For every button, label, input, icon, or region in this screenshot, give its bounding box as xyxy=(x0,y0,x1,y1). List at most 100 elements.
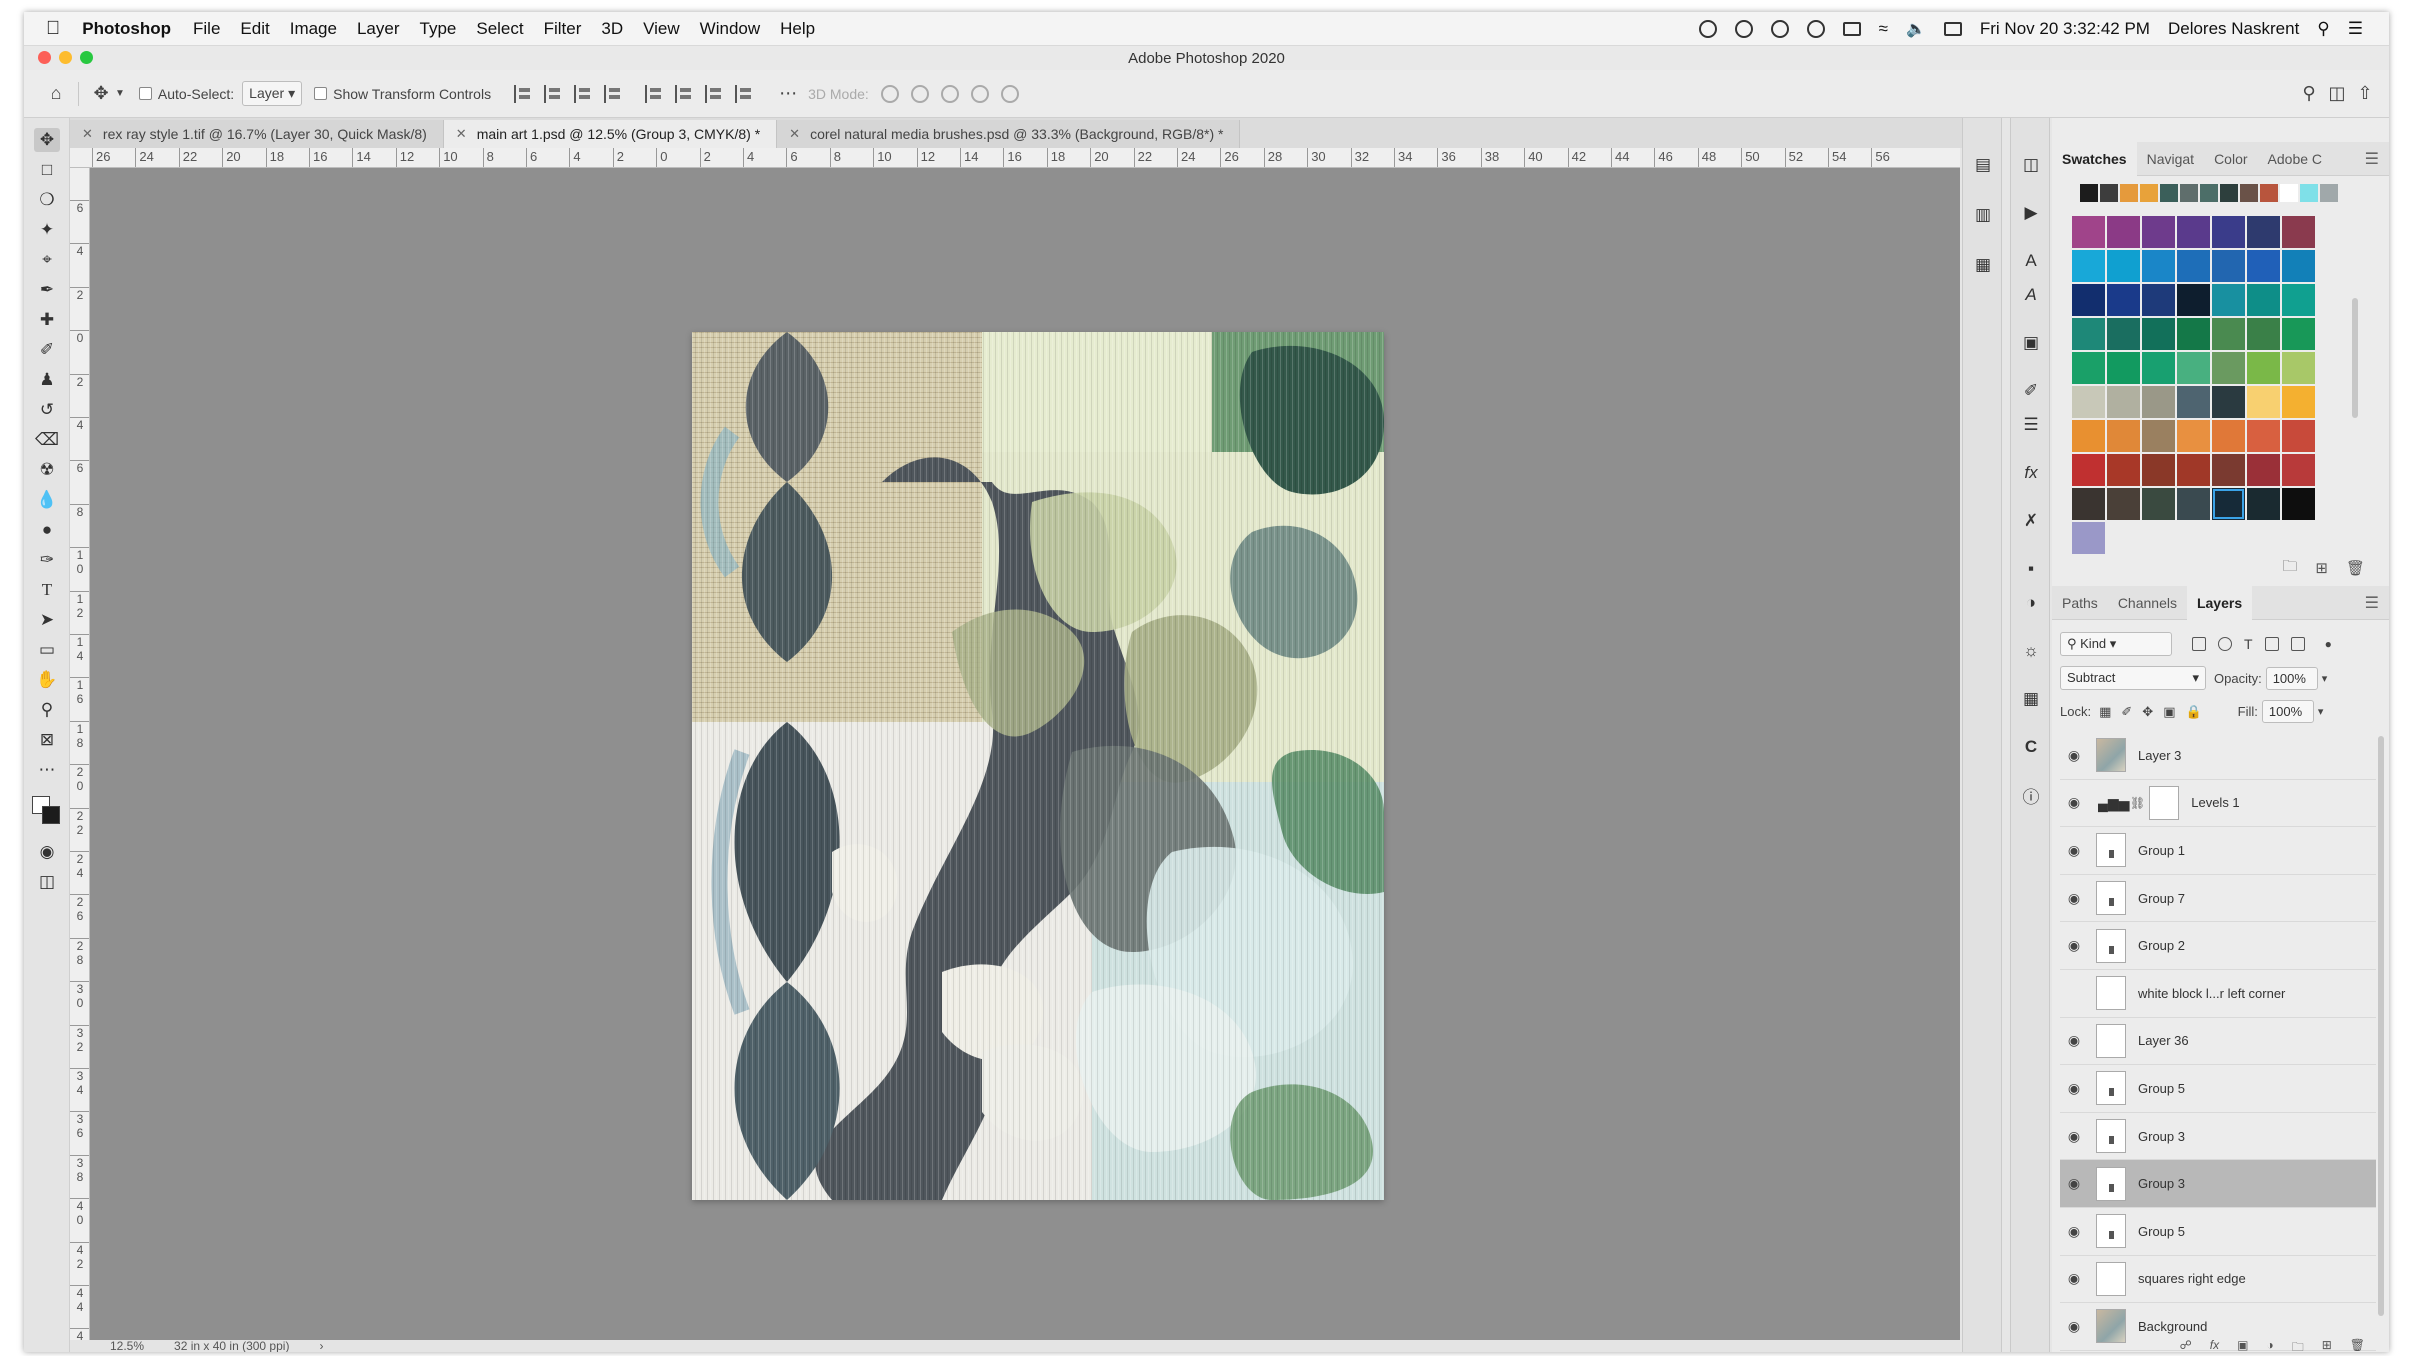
color-swatch[interactable] xyxy=(2212,420,2245,452)
close-tab-icon[interactable]: ✕ xyxy=(456,126,467,142)
color-swatch[interactable] xyxy=(2072,352,2105,384)
visibility-eye-icon[interactable]: ◉ xyxy=(2060,1032,2088,1049)
menu-help[interactable]: Help xyxy=(780,19,815,39)
zoom-window-button[interactable] xyxy=(80,51,93,64)
document-size[interactable]: 32 in x 40 in (300 ppi) xyxy=(174,1339,289,1352)
panel-menu-icon[interactable]: ☰ xyxy=(2365,149,2379,169)
more-tools-icon[interactable]: ⋯ xyxy=(34,758,60,782)
menu-type[interactable]: Type xyxy=(420,19,457,39)
color-swatch[interactable] xyxy=(2107,284,2140,316)
layer-row[interactable]: ◉ ▄▆▅ ⛓ Levels 1 xyxy=(2060,780,2376,828)
color-swatch[interactable] xyxy=(2072,488,2105,520)
color-swatch[interactable] xyxy=(2282,454,2315,486)
recent-swatch[interactable] xyxy=(2320,184,2338,202)
layer-name[interactable]: Levels 1 xyxy=(2191,795,2239,810)
auto-select-checkbox[interactable] xyxy=(138,87,152,100)
layer-thumbnail[interactable] xyxy=(2096,1261,2126,1296)
pen-tool-icon[interactable]: ✑ xyxy=(34,548,60,572)
tab-navigator[interactable]: Navigat xyxy=(2137,142,2204,176)
lock-image-icon[interactable]: ✐ xyxy=(2121,704,2132,720)
color-icon[interactable]: ◑ xyxy=(2019,592,2043,614)
zoom-tool-icon[interactable]: ⚲ xyxy=(34,698,60,722)
menu-image[interactable]: Image xyxy=(290,19,337,39)
opacity-input[interactable]: 100% xyxy=(2265,666,2318,690)
filter-toggle-icon[interactable]: ● xyxy=(2325,637,2332,651)
new-group-icon[interactable]: 🗀 xyxy=(2282,556,2297,581)
visibility-eye-icon[interactable]: ◉ xyxy=(2060,1128,2088,1145)
marquee-tool-icon[interactable]: □ xyxy=(34,158,60,182)
layer-thumbnail[interactable] xyxy=(2096,1071,2126,1106)
spotlight-search-icon[interactable]: ⚲ xyxy=(2317,19,2329,39)
vertical-ruler[interactable]: 6 4 2 0 2 4 6 8 1 0 1 2 1 4 1 6 1 8 2 0 2 2 2 4 2 6 2 8 3 … xyxy=(70,168,90,1340)
color-swatch[interactable] xyxy=(2072,284,2105,316)
foreground-background-colors[interactable] xyxy=(32,796,62,826)
close-window-button[interactable] xyxy=(38,51,51,64)
time-machine-icon[interactable] xyxy=(1770,19,1789,38)
more-options-icon[interactable]: ⋯ xyxy=(774,80,802,108)
color-swatch[interactable] xyxy=(2142,420,2175,452)
layer-name[interactable]: Layer 3 xyxy=(2138,748,2181,763)
color-swatch[interactable] xyxy=(2212,488,2245,520)
chevron-right-icon[interactable]: › xyxy=(319,1339,323,1352)
eraser-tool-icon[interactable]: ⌫ xyxy=(34,428,60,452)
layer-filter-dropdown[interactable]: ⚲ Kind ▾ xyxy=(2060,632,2172,656)
color-swatch[interactable] xyxy=(2212,318,2245,350)
lock-position-icon[interactable]: ✥ xyxy=(2142,704,2153,720)
recent-swatch[interactable] xyxy=(2140,184,2158,202)
color-swatch[interactable] xyxy=(2282,386,2315,418)
color-swatch[interactable] xyxy=(2247,386,2280,418)
app-name-menu[interactable]: Photoshop xyxy=(82,19,171,39)
delete-layer-icon[interactable]: 🗑 xyxy=(2350,1338,2365,1352)
align-vertical-centers-icon[interactable] xyxy=(675,84,695,103)
layer-thumbnail[interactable] xyxy=(2096,928,2126,963)
layer-name[interactable]: Layer 36 xyxy=(2138,1033,2189,1048)
visibility-eye-icon[interactable]: ◉ xyxy=(2060,1270,2088,1287)
share-icon[interactable]: ⇧ xyxy=(2351,80,2379,108)
align-right-edges-icon[interactable] xyxy=(574,84,594,103)
dodge-tool-icon[interactable]: ● xyxy=(34,518,60,542)
color-swatch[interactable] xyxy=(2212,216,2245,248)
workspace-icon[interactable]: ◫ xyxy=(2323,80,2351,108)
visibility-eye-icon[interactable]: ◉ xyxy=(2060,1175,2088,1192)
menu-edit[interactable]: Edit xyxy=(240,19,269,39)
clone-stamp-tool-icon[interactable]: ♟ xyxy=(34,368,60,392)
layer-name[interactable]: Group 2 xyxy=(2138,938,2185,953)
rectangle-tool-icon[interactable]: ▭ xyxy=(34,638,60,662)
lock-all-icon[interactable]: 🔒 xyxy=(2185,704,2201,720)
notification-center-icon[interactable]: ☰ xyxy=(2348,19,2363,39)
chevron-down-icon[interactable]: ▼ xyxy=(115,88,125,99)
color-swatch[interactable] xyxy=(2282,420,2315,452)
color-swatch[interactable] xyxy=(2177,352,2210,384)
color-swatch[interactable] xyxy=(2142,488,2175,520)
color-swatch[interactable] xyxy=(2177,216,2210,248)
tools-icon[interactable]: ✗ xyxy=(2019,510,2043,532)
shape-filter-icon[interactable] xyxy=(2264,637,2279,651)
character-icon[interactable]: A xyxy=(2019,250,2043,272)
distribute-horizontal-icon[interactable] xyxy=(604,84,624,103)
color-swatch[interactable] xyxy=(2142,386,2175,418)
align-left-edges-icon[interactable] xyxy=(514,84,534,103)
menu-window[interactable]: Window xyxy=(700,19,760,39)
recent-swatch[interactable] xyxy=(2300,184,2318,202)
visibility-eye-icon[interactable]: ◉ xyxy=(2060,1080,2088,1097)
layer-thumbnail[interactable] xyxy=(2096,881,2126,916)
color-swatch[interactable] xyxy=(2282,488,2315,520)
delete-swatch-icon[interactable]: 🗑 xyxy=(2346,559,2365,577)
color-swatch[interactable] xyxy=(2142,216,2175,248)
glyphs-icon[interactable]: ☼ xyxy=(2019,640,2043,662)
color-swatch[interactable] xyxy=(2282,216,2315,248)
layer-thumbnail[interactable] xyxy=(2096,1119,2126,1154)
panel-menu-icon[interactable]: ☰ xyxy=(2365,593,2379,613)
color-swatch[interactable] xyxy=(2107,386,2140,418)
menu-select[interactable]: Select xyxy=(476,19,523,39)
airplay-icon[interactable] xyxy=(1842,21,1861,36)
clone-source-icon[interactable]: ▦ xyxy=(1971,254,1995,276)
layer-row[interactable]: ◉ Group 5 xyxy=(2060,1208,2376,1256)
brush-tool-icon[interactable]: ✐ xyxy=(34,338,60,362)
swatches-scrollbar[interactable] xyxy=(2352,298,2358,418)
color-swatch[interactable] xyxy=(2247,420,2280,452)
layer-row[interactable]: ◉ squares right edge xyxy=(2060,1256,2376,1304)
close-tab-icon[interactable]: ✕ xyxy=(789,126,800,142)
timeline-icon[interactable]: ▦ xyxy=(2019,688,2043,710)
tab-main-art[interactable]: ✕ main art 1.psd @ 12.5% (Group 3, CMYK/… xyxy=(443,120,778,148)
